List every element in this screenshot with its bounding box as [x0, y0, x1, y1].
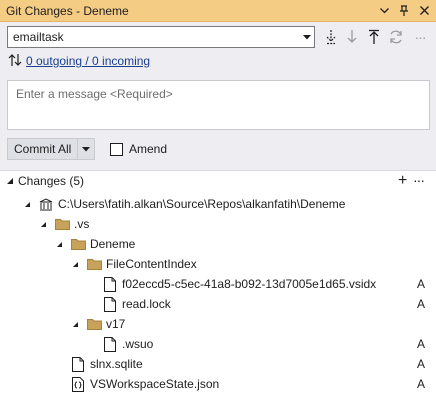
chevron-down-icon[interactable]: [298, 27, 314, 47]
checkbox-box[interactable]: [110, 142, 123, 156]
file-icon: [102, 336, 118, 352]
amend-checkbox[interactable]: Amend: [110, 142, 167, 156]
file-icon: [102, 296, 118, 312]
file-icon: [70, 356, 86, 372]
file-name: f02eccd5-c5ec-41a8-b092-13d7005e1d65.vsi…: [122, 277, 377, 291]
expanded-triangle-icon[interactable]: [70, 319, 80, 329]
repo-path: C:\Users\fatih.alkan\Source\Repos\alkanf…: [58, 197, 346, 211]
tree-row-folder[interactable]: v17: [0, 314, 436, 334]
file-name: VSWorkspaceState.json: [90, 377, 220, 391]
json-file-icon: [70, 376, 86, 392]
stage-all-icon[interactable]: +: [398, 172, 407, 190]
title-bar: Git Changes - Deneme: [0, 0, 436, 22]
file-icon: [102, 276, 118, 292]
expanded-triangle-icon[interactable]: [22, 199, 32, 209]
changes-section: Changes (5) + ··· C:\Users\fatih.alkan\S…: [0, 170, 436, 407]
branch-toolbar: emailtask ··· 0 outgoing / 0 incoming: [0, 22, 436, 74]
chevron-down-icon[interactable]: [376, 3, 392, 19]
more-options-icon[interactable]: ···: [413, 172, 425, 188]
expanded-triangle-icon[interactable]: [70, 259, 80, 269]
changes-count-label: Changes (5): [18, 174, 85, 188]
status-added: A: [417, 377, 426, 391]
tree-row-repo[interactable]: C:\Users\fatih.alkan\Source\Repos\alkanf…: [0, 194, 436, 214]
changes-header[interactable]: Changes (5) + ···: [0, 171, 436, 191]
tree-row-folder[interactable]: .vs: [0, 214, 436, 234]
file-name: .wsuo: [122, 337, 154, 351]
commit-all-button[interactable]: Commit All: [8, 139, 79, 159]
window-title: Git Changes - Deneme: [6, 3, 129, 18]
file-name: slnx.sqlite: [90, 357, 143, 371]
status-added: A: [417, 297, 426, 311]
expanded-triangle-icon[interactable]: [38, 219, 48, 229]
status-added: A: [417, 337, 426, 351]
push-icon[interactable]: [365, 28, 383, 46]
folder-icon: [86, 316, 102, 332]
fetch-icon[interactable]: [322, 28, 340, 46]
expanded-triangle-icon[interactable]: [54, 239, 64, 249]
pin-icon[interactable]: [396, 3, 412, 19]
chevron-down-icon[interactable]: [78, 139, 94, 159]
tree-row-folder[interactable]: Deneme: [0, 234, 436, 254]
tree-row-file[interactable]: .wsuo A: [0, 334, 436, 354]
status-added: A: [417, 357, 426, 371]
close-icon[interactable]: [416, 3, 432, 19]
pull-icon[interactable]: [343, 28, 361, 46]
folder-icon: [86, 256, 102, 272]
file-name: read.lock: [122, 297, 171, 311]
tree-row-file[interactable]: VSWorkspaceState.json A: [0, 374, 436, 394]
more-icon[interactable]: ···: [409, 28, 431, 46]
branch-selector[interactable]: emailtask: [7, 26, 315, 48]
status-added: A: [417, 277, 426, 291]
repository-icon: [38, 196, 54, 212]
tree-row-file[interactable]: f02eccd5-c5ec-41a8-b092-13d7005e1d65.vsi…: [0, 274, 436, 294]
amend-label: Amend: [129, 142, 168, 156]
commit-message-input[interactable]: Enter a message <Required>: [7, 80, 430, 130]
folder-name: FileContentIndex: [106, 257, 197, 271]
commit-split-button: Commit All: [7, 138, 96, 160]
tree-row-file[interactable]: read.lock A: [0, 294, 436, 314]
folder-name: v17: [106, 317, 126, 331]
up-down-arrows-icon: [8, 53, 22, 70]
outgoing-incoming-link[interactable]: 0 outgoing / 0 incoming: [26, 54, 150, 68]
tree-row-file[interactable]: slnx.sqlite A: [0, 354, 436, 374]
folder-icon: [70, 236, 86, 252]
tree-row-folder[interactable]: FileContentIndex: [0, 254, 436, 274]
folder-icon: [54, 216, 70, 232]
folder-name: Deneme: [90, 237, 136, 251]
sync-status: 0 outgoing / 0 incoming: [8, 53, 150, 69]
commit-panel: Enter a message <Required> Commit All Am…: [0, 74, 436, 170]
expanded-triangle-icon[interactable]: [6, 174, 14, 188]
sync-icon[interactable]: [387, 28, 405, 46]
branch-name: emailtask: [13, 30, 64, 44]
folder-name: .vs: [74, 217, 90, 231]
